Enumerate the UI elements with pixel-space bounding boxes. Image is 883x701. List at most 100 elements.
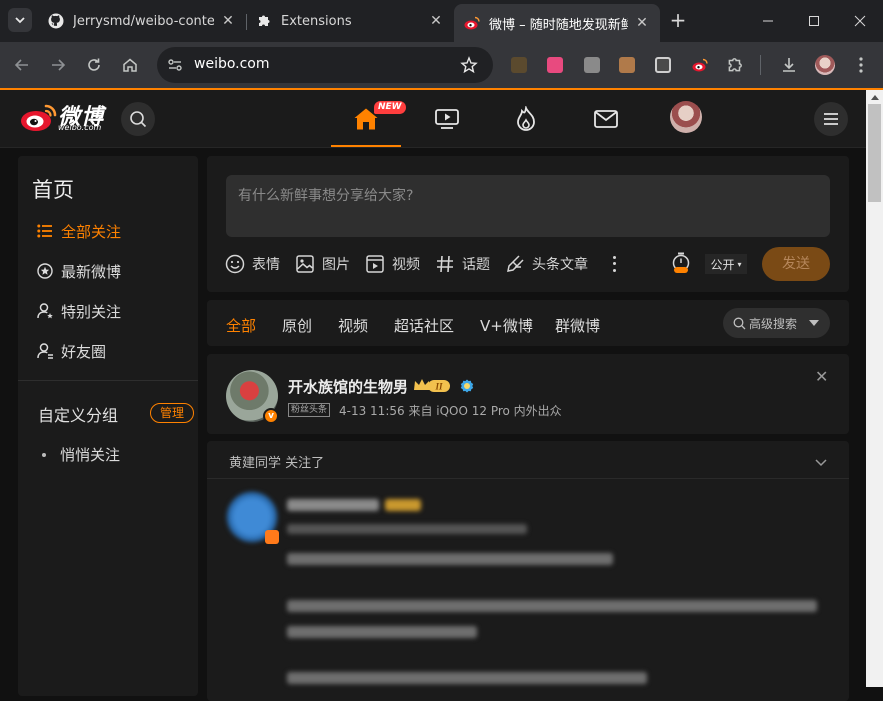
sidebar-item-label: 好友圈 — [61, 342, 107, 361]
back-icon[interactable] — [8, 51, 36, 79]
compose-textarea[interactable]: 有什么新鲜事想分享给大家? — [226, 175, 830, 237]
emoji-label: 表情 — [252, 257, 280, 273]
scroll-up-arrow-icon[interactable] — [866, 90, 883, 104]
schedule-timer-icon[interactable] — [670, 252, 692, 274]
sidebar-item-special[interactable]: 特别关注 — [36, 299, 121, 323]
send-button[interactable]: 发送 — [762, 247, 830, 281]
advanced-search-button[interactable]: 高级搜索 — [723, 308, 830, 338]
extension-icon[interactable] — [619, 57, 635, 73]
video-icon[interactable] — [432, 104, 462, 134]
extensions-puzzle-icon[interactable] — [721, 51, 749, 79]
article-label: 头条文章 — [532, 257, 588, 273]
visibility-label: 公开 — [710, 257, 735, 272]
extension-icon[interactable] — [547, 57, 563, 73]
menu-icon[interactable] — [814, 102, 848, 136]
tab-extensions[interactable]: Extensions ✕ — [246, 6, 454, 36]
toolbar-divider — [760, 55, 761, 75]
bullet-dot-icon — [42, 452, 46, 457]
tab-github[interactable]: Jerrysmd/weibo-content- ✕ — [38, 6, 246, 36]
browser-toolbar: weibo.com — [0, 42, 883, 88]
video-button[interactable]: 视频 — [365, 254, 420, 274]
new-tab-button[interactable]: + — [668, 10, 688, 30]
blurred-meta — [287, 524, 527, 534]
tab-weibo[interactable]: 微博 – 随时随地发现新鲜 ✕ — [454, 4, 660, 42]
sidebar-item-label: 全部关注 — [61, 222, 122, 241]
blurred-text-line — [287, 626, 477, 638]
close-tab-icon[interactable]: ✕ — [220, 13, 236, 29]
avatar[interactable] — [670, 101, 702, 133]
sidebar-item-secret-follow[interactable]: 悄悄关注 — [42, 444, 120, 465]
visibility-select[interactable]: 公开 ▾ — [705, 254, 747, 274]
image-button[interactable]: 图片 — [295, 254, 350, 274]
filter-tab-all[interactable]: 全部 — [226, 315, 256, 336]
custom-group-title: 自定义分组 — [38, 406, 119, 425]
hot-icon[interactable] — [511, 104, 541, 134]
fan-headline-tag: 粉丝头条 — [288, 403, 331, 417]
filter-tab-group[interactable]: 群微博 — [555, 315, 600, 336]
chevron-down-icon[interactable] — [815, 453, 827, 467]
caret-down-icon — [809, 320, 819, 326]
extension-icon[interactable] — [655, 57, 671, 73]
search-icon — [733, 317, 746, 330]
url-text[interactable]: weibo.com — [194, 56, 270, 72]
post-meta: 4-13 11:56 来自 iQOO 12 Pro 内外出众 — [339, 404, 562, 418]
post-header-row: 黄建同学 关注了 — [207, 441, 849, 479]
reload-icon[interactable] — [80, 51, 108, 79]
post-author-name[interactable]: 开水族馆的生物男 — [288, 376, 408, 397]
manage-groups-button[interactable]: 管理 — [150, 403, 194, 423]
left-sidebar: 首页 全部关注 最新微博 特别关注 好友圈 自定义分组 管理 悄悄关注 — [18, 156, 198, 696]
tab-search-button[interactable] — [8, 8, 32, 32]
message-icon[interactable] — [591, 104, 621, 134]
post-composer: 有什么新鲜事想分享给大家? 表情 图片 视频 话题 头条文章 公开 ▾ 发送 — [207, 156, 849, 292]
browser-menu-icon[interactable] — [847, 51, 875, 79]
forward-icon[interactable] — [44, 51, 72, 79]
verified-badge-icon: v — [263, 408, 279, 424]
sidebar-item-latest[interactable]: 最新微博 — [36, 259, 121, 283]
sidebar-item-label: 悄悄关注 — [60, 446, 121, 464]
weibo-extension-icon[interactable] — [686, 51, 714, 79]
sidebar-item-label: 最新微博 — [61, 262, 122, 281]
sidebar-item-friends[interactable]: 好友圈 — [36, 339, 106, 363]
weibo-logo-icon[interactable] — [20, 102, 58, 136]
emoji-button[interactable]: 表情 — [225, 254, 280, 274]
close-tab-icon[interactable]: ✕ — [634, 15, 650, 31]
home-browser-icon[interactable] — [116, 51, 144, 79]
filter-tab-video[interactable]: 视频 — [338, 315, 368, 336]
extension-icon[interactable] — [511, 57, 527, 73]
advanced-search-label: 高级搜索 — [749, 316, 798, 331]
filter-tab-vplus[interactable]: V+微博 — [480, 315, 533, 336]
site-settings-icon[interactable] — [167, 57, 183, 77]
home-active-indicator — [331, 145, 401, 147]
search-icon[interactable] — [121, 102, 155, 136]
download-icon[interactable] — [775, 51, 803, 79]
scroll-thumb[interactable] — [868, 104, 881, 202]
feed-post: 黄建同学 关注了 — [207, 441, 849, 701]
sidebar-item-label: 特别关注 — [61, 302, 122, 321]
sidebar-title: 首页 — [32, 178, 74, 202]
video-label: 视频 — [392, 257, 420, 273]
weibo-header: 微博 weibo.com — [0, 90, 866, 148]
filter-tab-super-topic[interactable]: 超话社区 — [394, 315, 454, 336]
new-badge: NEW — [374, 101, 406, 114]
close-icon[interactable]: ✕ — [815, 367, 828, 386]
extension-icon[interactable] — [584, 57, 600, 73]
close-tab-icon[interactable]: ✕ — [428, 13, 444, 29]
article-button[interactable]: 头条文章 — [505, 254, 588, 274]
bookmark-star-icon[interactable] — [460, 56, 478, 78]
star-icon — [36, 262, 54, 280]
profile-avatar[interactable] — [811, 51, 839, 79]
follow-note: 黄建同学 关注了 — [229, 456, 325, 471]
topic-button[interactable]: 话题 — [435, 254, 490, 274]
address-bar[interactable]: weibo.com — [157, 47, 493, 83]
svg-text:II: II — [434, 382, 443, 392]
page-scrollbar[interactable] — [866, 90, 883, 687]
sidebar-item-all-following[interactable]: 全部关注 — [36, 219, 121, 243]
close-window-icon[interactable] — [848, 9, 872, 33]
blue-verified-icon — [460, 378, 474, 393]
more-options-icon[interactable] — [609, 254, 619, 274]
maximize-icon[interactable] — [802, 9, 826, 33]
blurred-text-line — [287, 672, 647, 684]
feed-post: v 开水族馆的生物男 II 粉丝头条 4-13 11:56 来自 iQOO 12… — [207, 354, 849, 434]
minimize-icon[interactable] — [756, 9, 780, 33]
filter-tab-original[interactable]: 原创 — [282, 315, 312, 336]
